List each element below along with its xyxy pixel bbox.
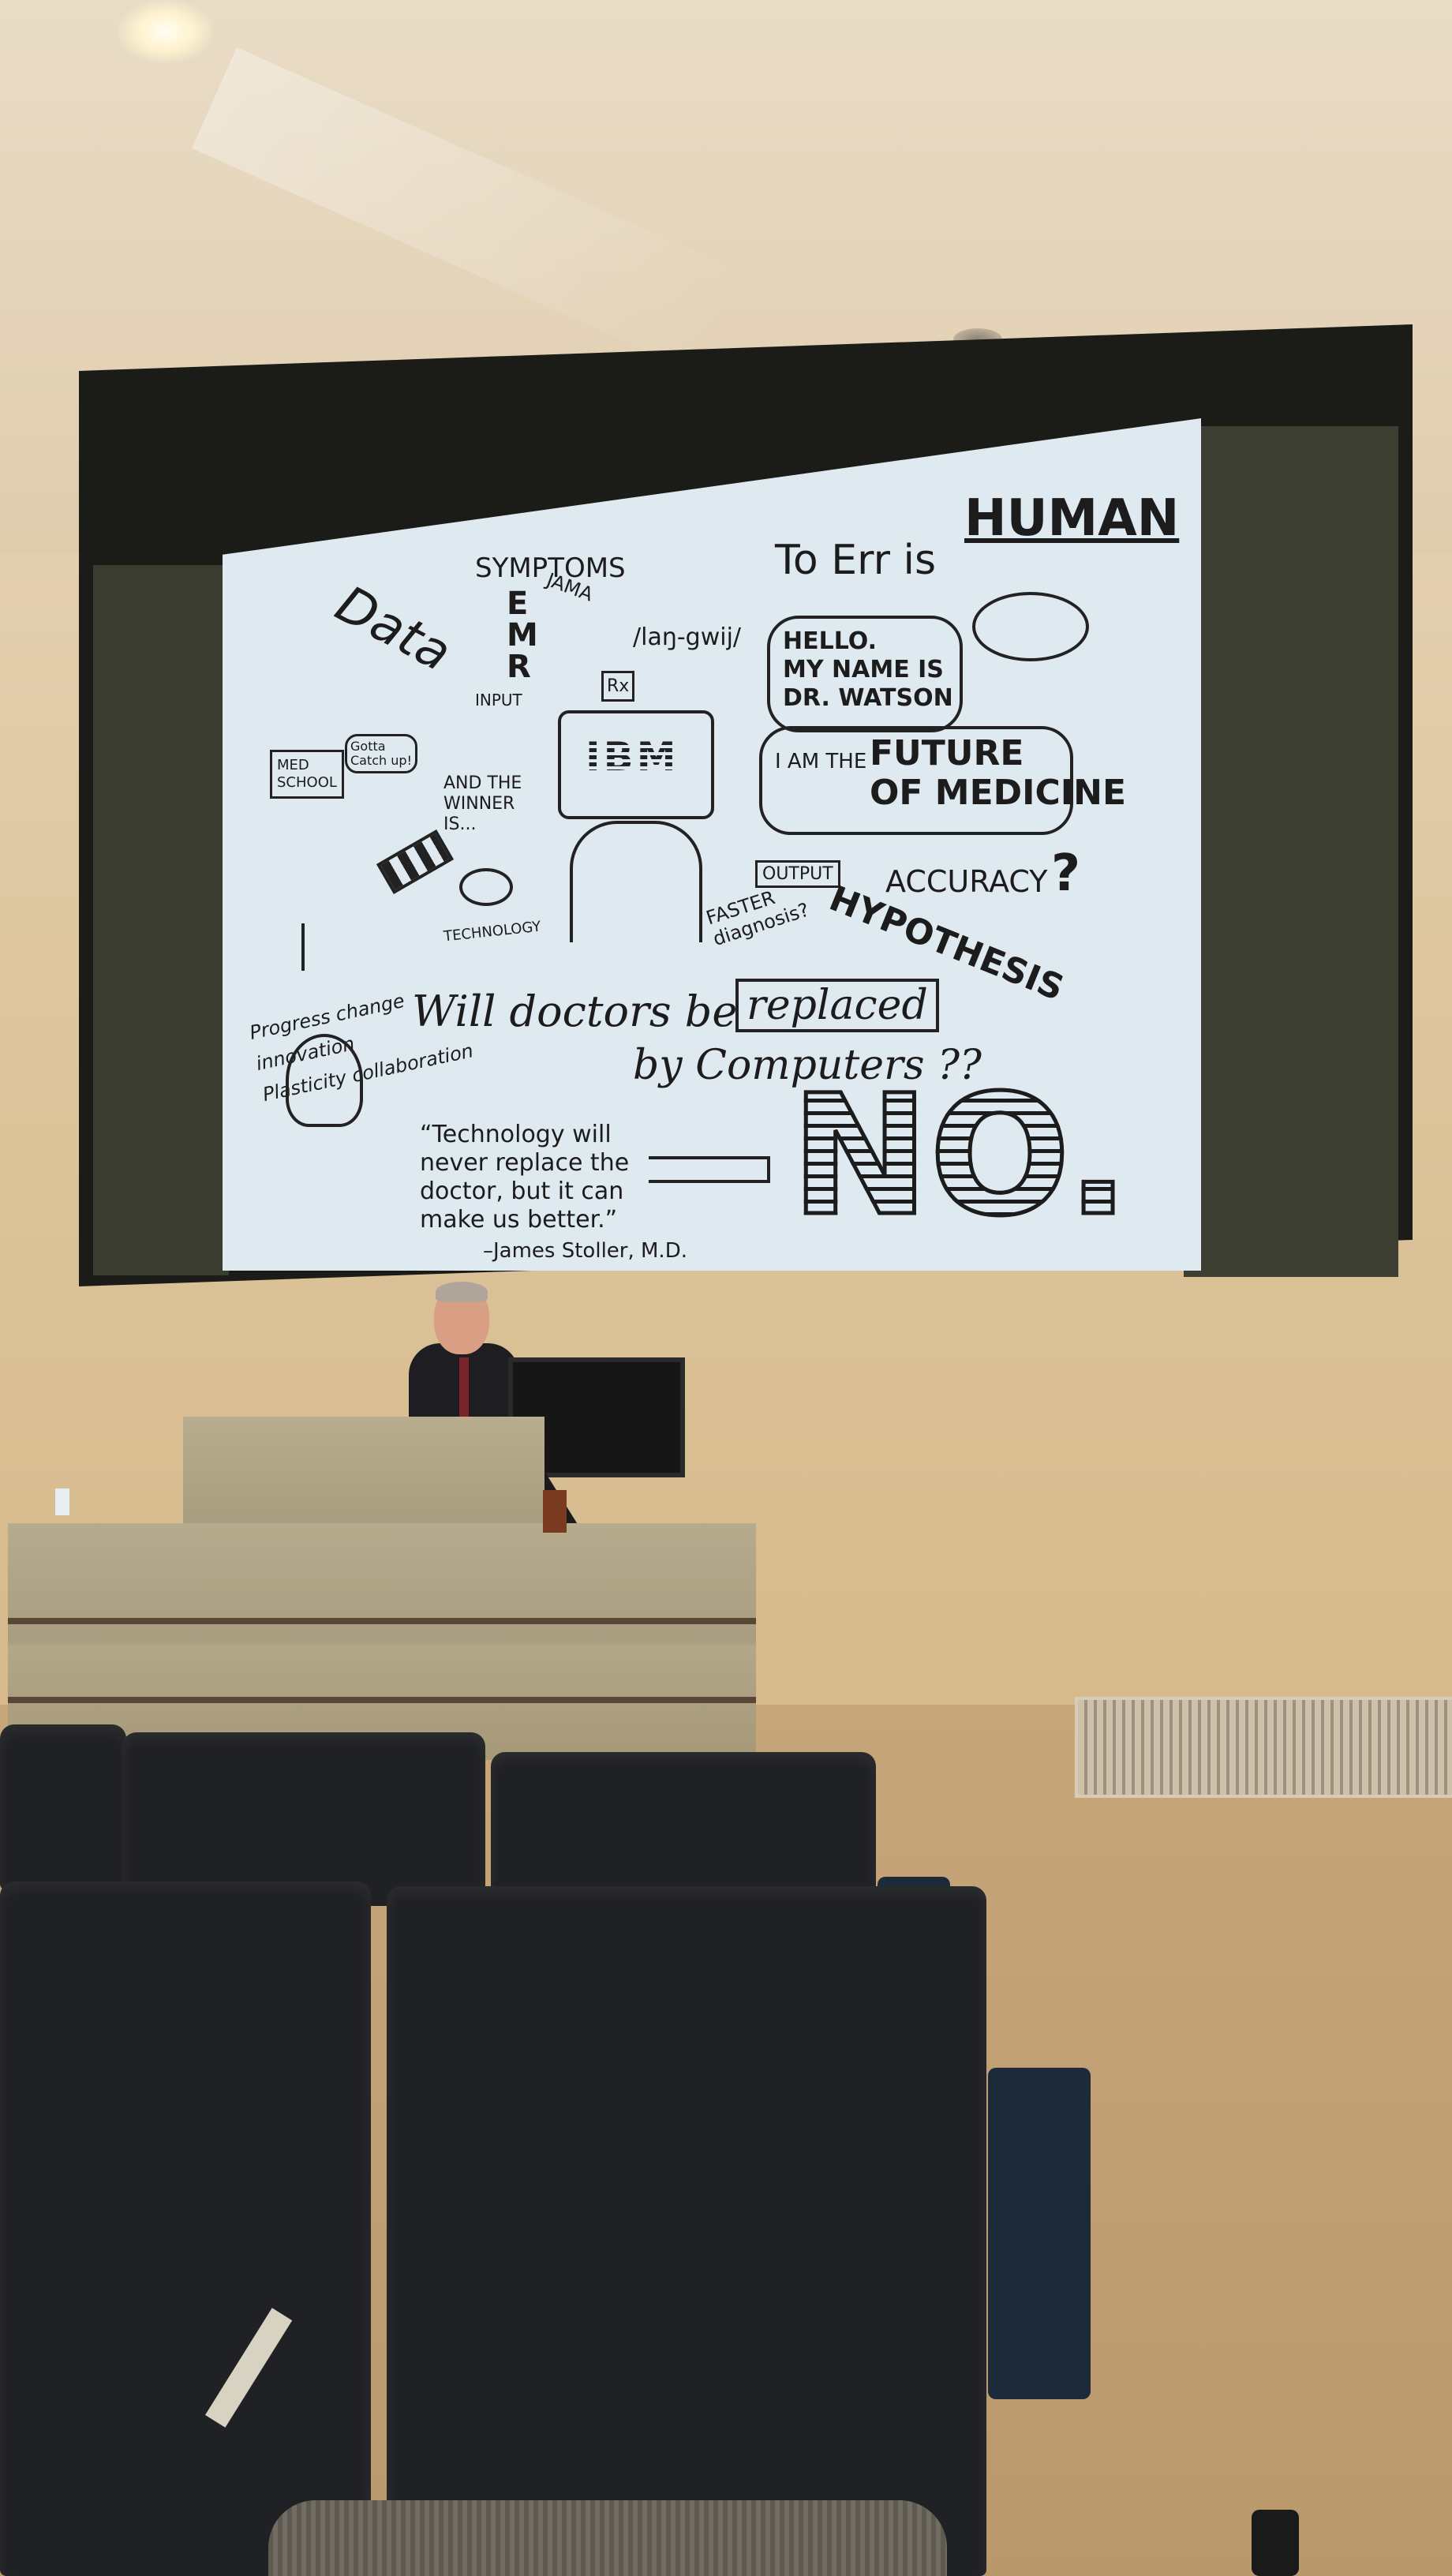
speech-future-big: FUTURE OF MEDICINE (870, 733, 1127, 813)
podium-desk (8, 1523, 756, 1760)
doodle-rx: Rx (601, 671, 635, 702)
doodle-gotta-catch-up: Gotta Catch up! (345, 734, 417, 773)
doodle-accuracy: ACCURACY (885, 864, 1048, 899)
projected-slide: To Err is HUMAN Data SYMPTOMS EMR JAMA I… (223, 418, 1201, 1271)
question-replaced: replaced (735, 979, 939, 1032)
doodle-data: Data (326, 575, 461, 683)
doodle-input: INPUT (475, 691, 522, 710)
ibm-logo-text: IBM (586, 734, 679, 780)
doodle-language: /laŋ-gwij/ (633, 623, 742, 651)
wall-vent (1075, 1697, 1452, 1798)
lecture-hall-scene: To Err is HUMAN Data SYMPTOMS EMR JAMA I… (0, 0, 1452, 2576)
answer-no: NO. (788, 1059, 1131, 1252)
seat-armrest (1252, 2510, 1299, 2576)
auditorium-seat (0, 1881, 371, 2576)
auditorium-seat (122, 1732, 485, 1906)
finish-flag-sketch (376, 829, 455, 895)
seat-back-fabric (268, 2500, 947, 2576)
seat-armrest (988, 2068, 1091, 2399)
coffee-cup (543, 1490, 567, 1533)
auditorium-seat (0, 1724, 126, 1890)
stoller-quote-author: –James Stoller, M.D. (483, 1239, 687, 1263)
auditorium-seat (387, 1886, 986, 2576)
stoller-quote: “Technology will never replace the docto… (420, 1121, 630, 1234)
slide-title-human: HUMAN (964, 489, 1180, 548)
brain-sketch (972, 592, 1089, 661)
left-arrow-sketch (649, 1156, 770, 1183)
ceiling-light (118, 0, 213, 63)
speaker-tie (459, 1357, 469, 1421)
doodle-winner: AND THE WINNER IS... (443, 773, 522, 834)
doodle-technology: TECHNOLOGY (443, 918, 542, 945)
doodle-med-school: MED SCHOOL (270, 750, 344, 799)
speech-hello-text: HELLO. MY NAME IS DR. WATSON (783, 627, 953, 712)
doodle-faster-diagnosis: FASTER diagnosis? (703, 886, 812, 951)
doctor-coat-sketch (570, 821, 702, 942)
water-bottle (55, 1488, 69, 1515)
lightbulb-sketch (286, 1034, 363, 1127)
speech-future-small: I AM THE (775, 750, 867, 773)
podium-stripe (8, 1697, 756, 1703)
slide-title-left: To Err is (775, 537, 937, 584)
screen-margin-right (1184, 426, 1398, 1277)
doodle-question-mark: ? (1051, 844, 1081, 903)
podium-stripe (8, 1618, 756, 1624)
question-line-1: Will doctors be (412, 987, 738, 1036)
atom-sketch (459, 868, 513, 906)
screen-margin-left (93, 565, 229, 1275)
doodle-emr: EMR (507, 586, 538, 685)
down-arrow-sketch (301, 923, 305, 971)
speaker-hair (436, 1282, 488, 1302)
